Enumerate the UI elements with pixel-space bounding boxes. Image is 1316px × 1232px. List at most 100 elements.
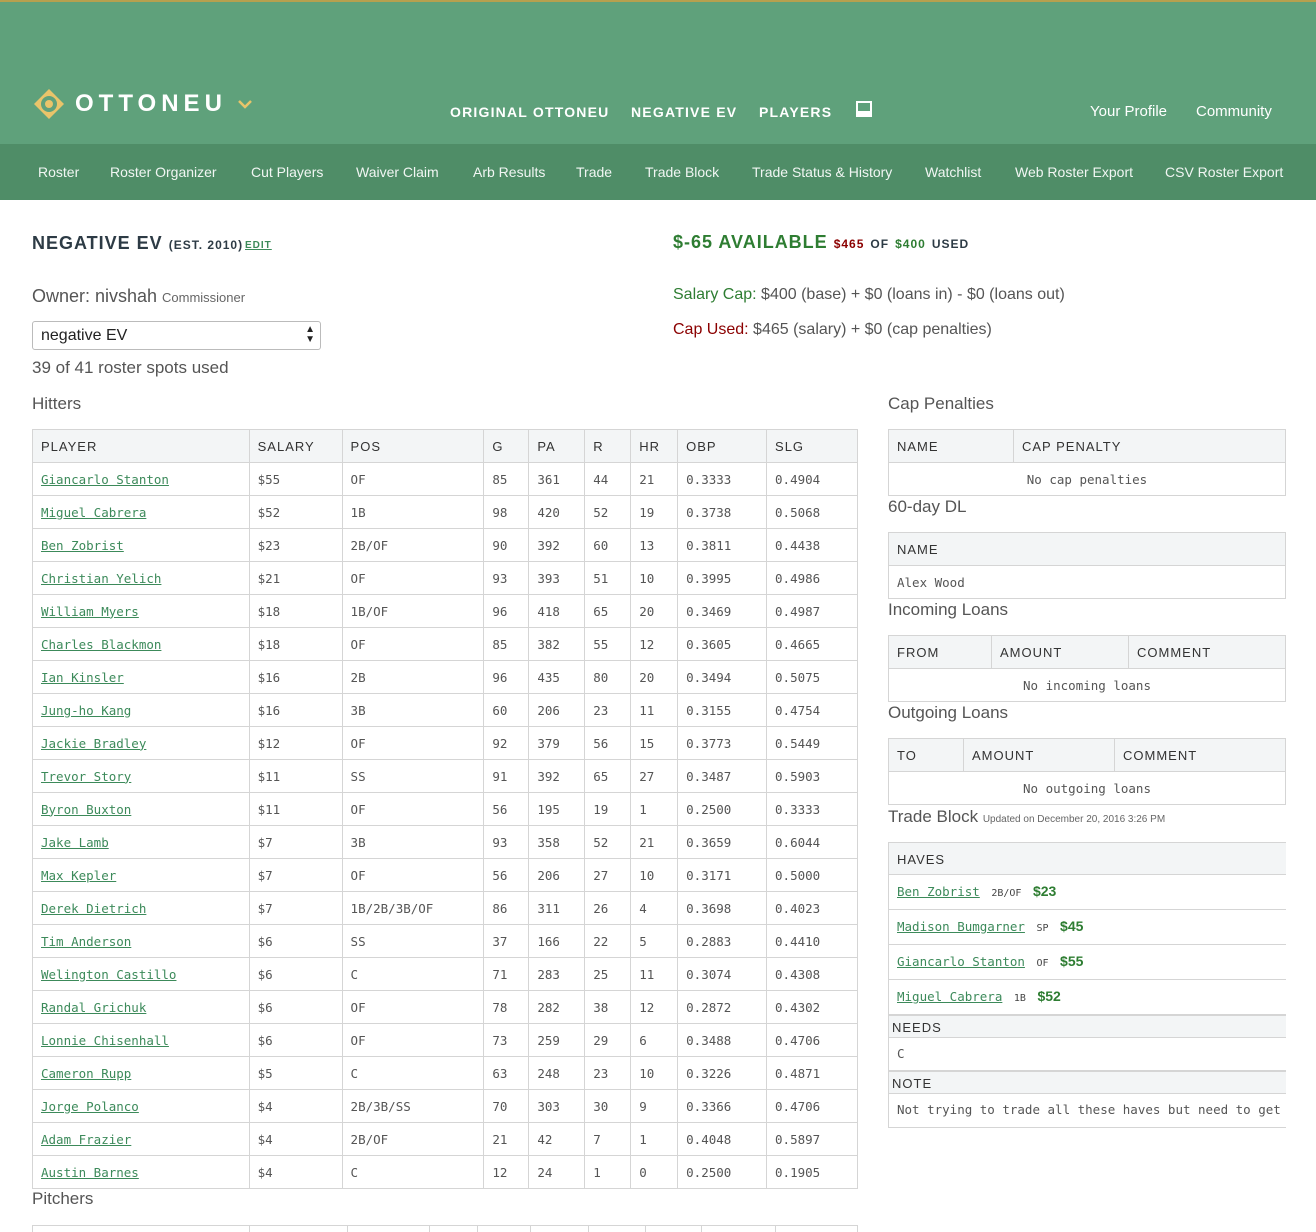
player-link[interactable]: Lonnie Chisenhall (41, 1033, 169, 1048)
cell-r: 38 (584, 990, 632, 1024)
cell-obp: 0.2500 (677, 792, 768, 826)
cell-hr: 27 (630, 759, 679, 793)
subnav-watchlist[interactable]: Watchlist (925, 164, 981, 180)
cell-player: William Myers (32, 594, 250, 628)
col-player[interactable]: PLAYER (32, 429, 250, 463)
cell-slg: 0.4987 (766, 594, 858, 628)
table-row: Welington Castillo $6 C 71 283 25 11 0.3074 0.43… (32, 957, 858, 991)
player-link[interactable]: Welington Castillo (41, 967, 176, 982)
player-link[interactable]: Miguel Cabrera (41, 505, 146, 520)
player-link[interactable]: Cameron Rupp (41, 1066, 131, 1081)
cell-r: 51 (584, 561, 632, 595)
cell-pa: 392 (528, 528, 586, 562)
table-row: Miguel Cabrera $52 1B 98 420 52 19 0.3738 0.5068 (32, 495, 858, 529)
nav-players[interactable]: PLAYERS (759, 104, 832, 120)
cell-pos: OF (341, 1023, 485, 1057)
cell-player: Jackie Bradley (32, 726, 250, 760)
col-pa[interactable]: PA (528, 429, 586, 463)
cell-obp: 0.3494 (677, 660, 768, 694)
player-link[interactable]: Trevor Story (41, 769, 131, 784)
player-link[interactable]: Jung-ho Kang (41, 703, 131, 718)
list-item: Miguel Cabrera 1B $52 (889, 980, 1286, 1015)
cell-hr: 19 (630, 495, 679, 529)
cell-slg: 0.4023 (766, 891, 858, 925)
cell-slg: 0.6044 (766, 825, 858, 859)
cell-obp: 0.3469 (677, 594, 768, 628)
col-slg[interactable]: SLG (766, 429, 858, 463)
brand-logo[interactable]: OTTONEU (33, 88, 253, 120)
player-link[interactable]: Austin Barnes (41, 1165, 139, 1180)
note-value: Not trying to trade all these haves but … (889, 1094, 1286, 1128)
subnav-trade-status-history[interactable]: Trade Status & History (752, 164, 892, 180)
cell-salary: $7 (248, 825, 343, 859)
player-link[interactable]: Jackie Bradley (41, 736, 146, 751)
cell-pa: 248 (528, 1056, 586, 1090)
table-row: No incoming loans (888, 668, 1286, 702)
col-r[interactable]: R (584, 429, 632, 463)
subnav-trade-block[interactable]: Trade Block (645, 164, 719, 180)
col-salary[interactable]: SALARY (248, 429, 343, 463)
cell-pos: OF (341, 792, 485, 826)
cell-g: 71 (483, 957, 530, 991)
subnav-roster[interactable]: Roster (38, 164, 79, 180)
trade-block-player-link[interactable]: Ben Zobrist (897, 884, 980, 899)
nav-your-profile[interactable]: Your Profile (1090, 103, 1167, 120)
cell-slg: 0.4665 (766, 627, 858, 661)
trade-block-player-link[interactable]: Madison Bumgarner (897, 919, 1025, 934)
cell-pa: 382 (528, 627, 586, 661)
player-link[interactable]: Byron Buxton (41, 802, 131, 817)
edit-team-link[interactable]: EDIT (245, 240, 272, 251)
table-row: Lonnie Chisenhall $6 OF 73 259 29 6 0.3488 0.470… (32, 1023, 858, 1057)
trade-block-player-link[interactable]: Miguel Cabrera (897, 989, 1002, 1004)
col-pos[interactable]: POS (341, 429, 485, 463)
nav-original-ottoneu[interactable]: ORIGINAL OTTONEU (450, 104, 609, 120)
subnav-arb-results[interactable]: Arb Results (473, 164, 545, 180)
cell-g: 91 (483, 759, 530, 793)
subnav-web-roster-export[interactable]: Web Roster Export (1015, 164, 1133, 180)
cell-obp: 0.3738 (677, 495, 768, 529)
cell-pos: OF (341, 858, 485, 892)
cell-pa: 361 (528, 462, 586, 496)
trade-block-player-link[interactable]: Giancarlo Stanton (897, 954, 1025, 969)
table-row: Byron Buxton $11 OF 56 195 19 1 0.2500 0.3333 (32, 792, 858, 826)
col-cap-penalty: CAP PENALTY (1013, 429, 1286, 463)
chevron-down-icon[interactable] (237, 98, 253, 110)
cell-hr: 20 (630, 594, 679, 628)
player-link[interactable]: Jorge Polanco (41, 1099, 139, 1114)
subnav-roster-organizer[interactable]: Roster Organizer (110, 164, 217, 180)
cell-player: Max Kepler (32, 858, 250, 892)
nav-community[interactable]: Community (1196, 103, 1272, 120)
pitchers-table-border (701, 1225, 702, 1232)
player-link[interactable]: Max Kepler (41, 868, 116, 883)
col-hr[interactable]: HR (630, 429, 679, 463)
team-select[interactable]: negative EV ▲ ▼ (32, 321, 321, 350)
player-link[interactable]: William Myers (41, 604, 139, 619)
player-link[interactable]: Ben Zobrist (41, 538, 124, 553)
cell-pa: 206 (528, 858, 586, 892)
player-link[interactable]: Charles Blackmon (41, 637, 161, 652)
subnav-trade[interactable]: Trade (576, 164, 612, 180)
subnav-cut-players[interactable]: Cut Players (251, 164, 323, 180)
inbox-icon[interactable] (856, 101, 872, 117)
cell-hr: 20 (630, 660, 679, 694)
player-link[interactable]: Jake Lamb (41, 835, 109, 850)
cell-pa: 379 (528, 726, 586, 760)
haves-header: HAVES (889, 842, 1286, 875)
player-link[interactable]: Randal Grichuk (41, 1000, 146, 1015)
player-link[interactable]: Tim Anderson (41, 934, 131, 949)
col-obp[interactable]: OBP (677, 429, 768, 463)
col-g[interactable]: G (483, 429, 530, 463)
subnav-waiver-claim[interactable]: Waiver Claim (356, 164, 439, 180)
cell-g: 56 (483, 792, 530, 826)
incoming-loans-title: Incoming Loans (888, 600, 1009, 619)
player-link[interactable]: Ian Kinsler (41, 670, 124, 685)
pitchers-table-border (857, 1225, 858, 1232)
player-link[interactable]: Derek Dietrich (41, 901, 146, 916)
nav-team[interactable]: NEGATIVE EV (631, 104, 737, 120)
subnav-csv-roster-export[interactable]: CSV Roster Export (1165, 164, 1283, 180)
cell-g: 12 (483, 1155, 530, 1189)
player-link[interactable]: Giancarlo Stanton (41, 472, 169, 487)
cell-pos: 2B (341, 660, 485, 694)
player-link[interactable]: Adam Frazier (41, 1132, 131, 1147)
player-link[interactable]: Christian Yelich (41, 571, 161, 586)
